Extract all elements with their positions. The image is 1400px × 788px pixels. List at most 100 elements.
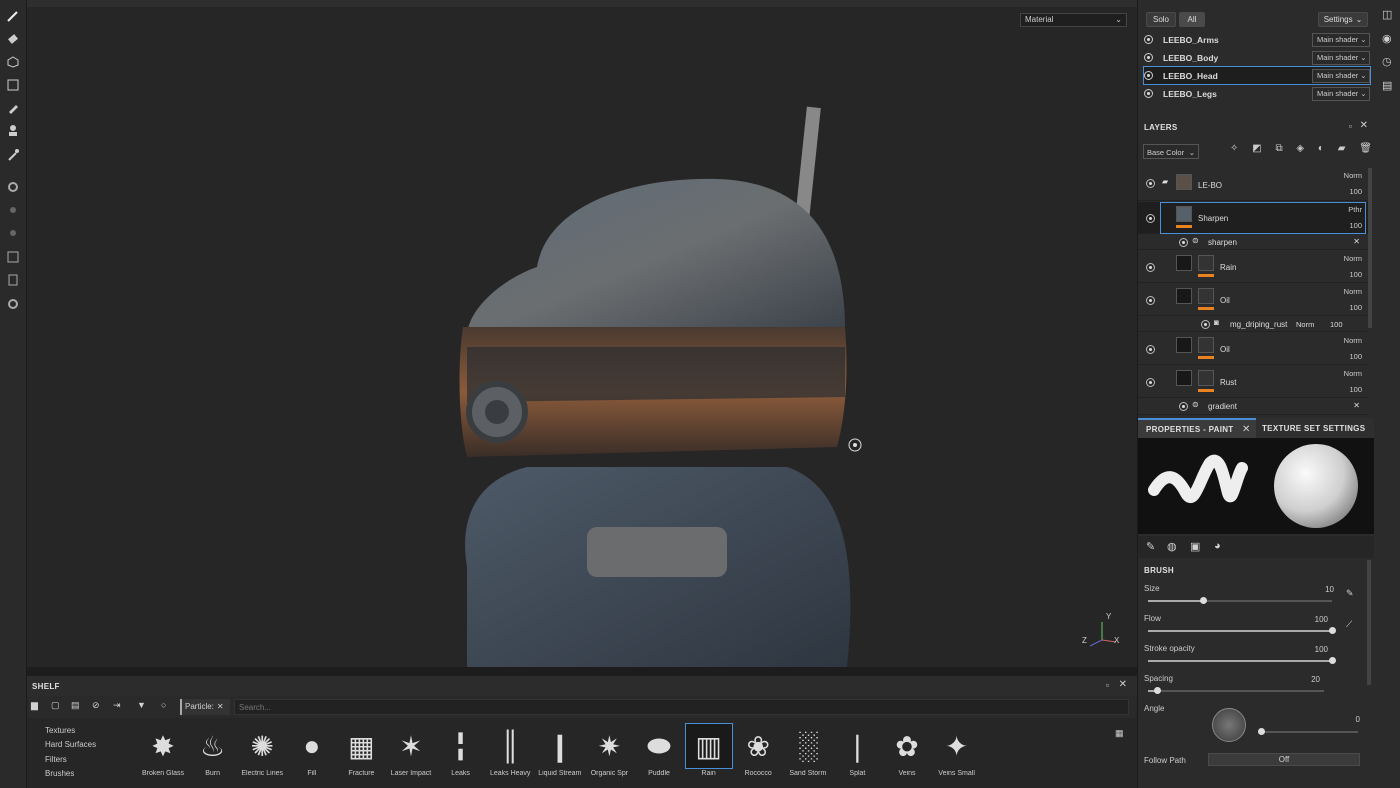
layers-scrollbar[interactable]: [1368, 168, 1372, 328]
opacity-value[interactable]: 100: [1349, 303, 1362, 312]
shelf-brush[interactable]: ● Fill: [287, 724, 337, 779]
follow-path-toggle[interactable]: Off: [1208, 753, 1360, 766]
brush-tab-icon[interactable]: ✎: [1146, 540, 1155, 553]
effect-row[interactable]: ⊜ sharpen ✕: [1138, 234, 1368, 250]
shelf-brush[interactable]: ❘ Splat: [832, 724, 882, 779]
history-icon[interactable]: ◷: [1382, 55, 1392, 68]
photoshop-icon[interactable]: [5, 249, 21, 265]
shelf-brush[interactable]: ✺ Electric Lines: [237, 724, 287, 779]
delete-icon[interactable]: 🗑: [1359, 143, 1372, 159]
stencil-tab-icon[interactable]: ▣: [1190, 540, 1200, 553]
shader-select[interactable]: Main shader ⌄: [1312, 50, 1370, 65]
add-mask-icon[interactable]: ◩: [1252, 143, 1261, 159]
export-icon[interactable]: [5, 272, 21, 288]
shelf-brush[interactable]: ✿ Veins: [882, 724, 932, 779]
pen-pressure-icon[interactable]: ✎: [1346, 588, 1354, 599]
maximize-icon[interactable]: ▫: [1106, 680, 1109, 690]
spacing-slider[interactable]: [1148, 687, 1324, 694]
layer-row[interactable]: Sharpen Pthr 100: [1138, 202, 1368, 234]
opacity-value[interactable]: 100: [1349, 352, 1362, 361]
plugin-gear-icon[interactable]: [5, 296, 21, 312]
size-slider[interactable]: [1148, 597, 1332, 604]
visibility-eye-icon[interactable]: [1179, 402, 1188, 411]
blend-mode[interactable]: Norm: [1296, 320, 1314, 329]
color-picker-icon[interactable]: [5, 147, 21, 163]
polygon-fill-icon[interactable]: [5, 77, 21, 93]
stroke-opacity-value[interactable]: 100: [1298, 645, 1328, 654]
material-tab-icon[interactable]: ◕: [1214, 540, 1221, 552]
flow-slider[interactable]: [1148, 627, 1336, 634]
visibility-eye-icon[interactable]: [1144, 53, 1153, 62]
paint-brush-icon[interactable]: [5, 8, 21, 24]
blend-mode[interactable]: Norm: [1344, 336, 1362, 345]
shelf-category[interactable]: Textures: [45, 726, 75, 735]
shelf-brush[interactable]: ✸ Broken Glass: [138, 724, 188, 779]
opacity-value[interactable]: 100: [1349, 270, 1362, 279]
shelf-category[interactable]: Brushes: [45, 769, 74, 780]
close-icon[interactable]: ✕: [1242, 424, 1250, 435]
library-icon[interactable]: ▤: [71, 700, 80, 711]
shelf-category[interactable]: Hard Surfaces: [45, 740, 96, 749]
opacity-value[interactable]: 100: [1349, 187, 1362, 196]
visibility-eye-icon[interactable]: [1144, 89, 1153, 98]
stroke-opacity-slider[interactable]: [1148, 657, 1336, 664]
folder-icon[interactable]: ▆: [31, 700, 38, 711]
add-fill-layer-icon[interactable]: ⧉: [1275, 143, 1282, 159]
blend-mode[interactable]: Pthr: [1348, 205, 1362, 214]
alpha-tab-icon[interactable]: ◍: [1167, 540, 1177, 553]
shelf-brush[interactable]: ╏ Leaks: [436, 724, 486, 779]
settings-button[interactable]: Settings ⌄: [1318, 12, 1368, 27]
all-button[interactable]: All: [1179, 12, 1205, 27]
opacity-value[interactable]: 100: [1330, 320, 1343, 329]
visibility-eye-icon[interactable]: [1146, 345, 1155, 354]
tab-texture-set-settings[interactable]: TEXTURE SET SETTINGS: [1256, 418, 1374, 438]
blend-mode[interactable]: Norm: [1344, 171, 1362, 180]
shelf-brush[interactable]: ║ Leaks Heavy: [485, 724, 535, 779]
clone-stamp-icon[interactable]: [5, 123, 21, 139]
visibility-eye-icon[interactable]: [1146, 214, 1155, 223]
shader-select[interactable]: Main shader ⌄: [1312, 86, 1370, 101]
angle-dial[interactable]: [1212, 708, 1246, 742]
visibility-eye-icon[interactable]: [1144, 35, 1153, 44]
layer-row[interactable]: Rain Norm 100: [1138, 251, 1368, 283]
add-smart-material-icon[interactable]: ◐: [1318, 143, 1324, 159]
add-folder-icon[interactable]: ▰: [1338, 143, 1346, 159]
shelf-brush[interactable]: ♨ Burn: [188, 724, 238, 779]
shelf-brush[interactable]: ⬬ Puddle: [634, 724, 684, 779]
effect-row[interactable]: ⊜ gradient ✕: [1138, 398, 1368, 415]
settings-icon[interactable]: [5, 225, 21, 241]
flow-value[interactable]: 100: [1298, 615, 1328, 624]
display-settings-icon[interactable]: ◉: [1382, 32, 1392, 45]
texture-set-row[interactable]: LEEBO_Legs Main shader ⌄: [1144, 85, 1370, 102]
visibility-eye-icon[interactable]: [1146, 179, 1155, 188]
mask-row[interactable]: ◙ mg_driping_rust Norm 100: [1138, 316, 1368, 332]
texture-set-list-icon[interactable]: ◫: [1382, 8, 1392, 21]
angle-slider[interactable]: [1258, 728, 1358, 735]
texture-set-row[interactable]: LEEBO_Head Main shader ⌄: [1143, 66, 1371, 85]
properties-scrollbar[interactable]: [1367, 560, 1371, 685]
size-value[interactable]: 10: [1304, 585, 1334, 594]
flow-pressure-icon[interactable]: ⟋: [1346, 619, 1352, 630]
add-paint-layer-icon[interactable]: ◈: [1296, 143, 1304, 159]
shader-select[interactable]: Main shader ⌄: [1312, 32, 1370, 47]
layer-row[interactable]: Oil Norm 100: [1138, 284, 1368, 316]
shelf-brush[interactable]: ✷ Organic Spr: [584, 724, 634, 779]
visibility-eye-icon[interactable]: [1179, 238, 1188, 247]
close-icon[interactable]: ✕: [1353, 401, 1360, 410]
maximize-icon[interactable]: ▫: [1349, 121, 1352, 131]
bell-icon[interactable]: [5, 202, 21, 218]
blend-mode[interactable]: Norm: [1344, 369, 1362, 378]
blend-mode[interactable]: Norm: [1344, 287, 1362, 296]
angle-value[interactable]: 0: [1330, 715, 1360, 724]
new-icon[interactable]: ▢: [51, 700, 60, 711]
import-icon[interactable]: ⇥: [113, 700, 121, 711]
visibility-eye-icon[interactable]: [1146, 378, 1155, 387]
visibility-eye-icon[interactable]: [1146, 296, 1155, 305]
projection-icon[interactable]: [5, 54, 21, 70]
visibility-eye-icon[interactable]: [1144, 71, 1153, 80]
shelf-category[interactable]: Filters: [45, 755, 67, 764]
layer-row[interactable]: Oil Norm 100: [1138, 333, 1368, 365]
blend-mode[interactable]: Norm: [1344, 254, 1362, 263]
log-icon[interactable]: ▤: [1382, 79, 1392, 92]
layer-row[interactable]: Rust Norm 100: [1138, 366, 1368, 398]
